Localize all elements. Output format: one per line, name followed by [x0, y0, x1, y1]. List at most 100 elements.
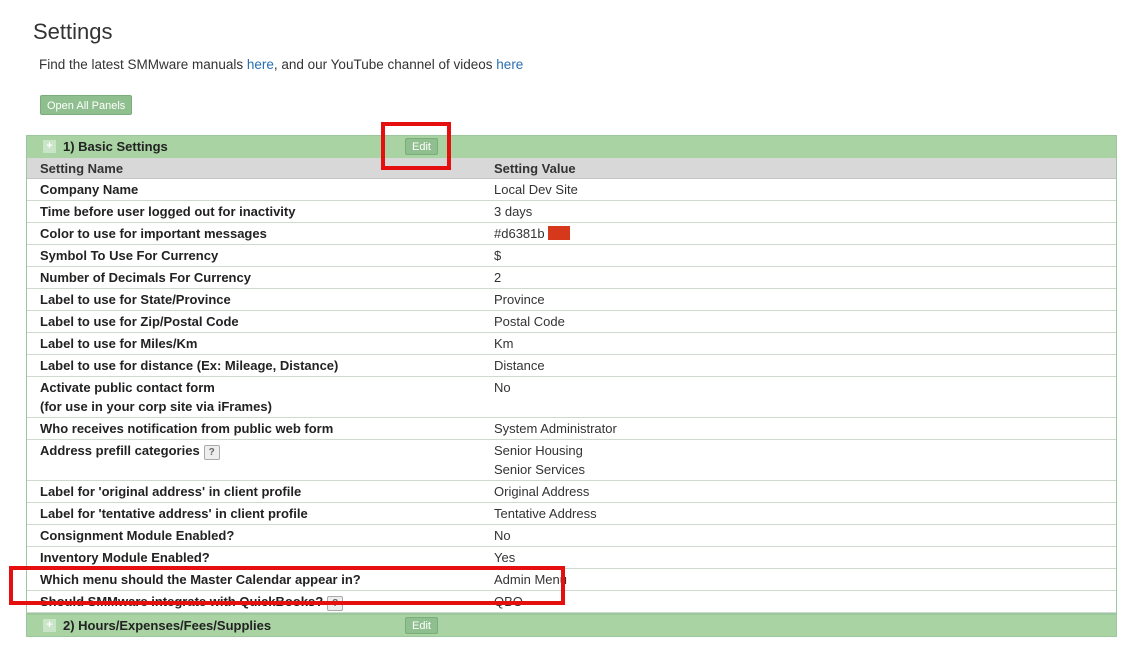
- setting-value: No: [494, 380, 511, 395]
- setting-value: Distance: [494, 358, 545, 373]
- setting-value-cell: Postal Code: [481, 310, 1116, 333]
- settings-table: Setting Name Setting Value Company Name L…: [27, 158, 1116, 613]
- setting-value-cell: System Administrator: [481, 417, 1116, 440]
- setting-value-cell: QBO: [481, 590, 1116, 613]
- setting-name-cell: Consignment Module Enabled?: [27, 524, 481, 547]
- setting-name-cell: Label to use for distance (Ex: Mileage, …: [27, 354, 481, 377]
- setting-value: Km: [494, 336, 514, 351]
- table-row: Label to use for Miles/Km Km: [27, 332, 1116, 355]
- setting-name: Consignment Module Enabled?: [40, 528, 235, 543]
- setting-value: $: [494, 248, 502, 263]
- setting-name: Symbol To Use For Currency: [40, 248, 219, 263]
- setting-value: Tentative Address: [494, 506, 597, 521]
- setting-value-cell: No: [481, 524, 1116, 547]
- setting-name-cell: Activate public contact form (for use in …: [27, 376, 481, 418]
- setting-name: Who receives notification from public we…: [40, 421, 334, 436]
- table-header-row: Setting Name Setting Value: [27, 158, 1116, 179]
- setting-value-cell: Original Address: [481, 480, 1116, 503]
- panel-header-basic-settings[interactable]: + 1) Basic Settings Edit: [27, 136, 1116, 158]
- table-row: Label for 'tentative address' in client …: [27, 502, 1116, 525]
- setting-value: Postal Code: [494, 314, 565, 329]
- panel-header-hours-expenses[interactable]: + 2) Hours/Expenses/Fees/Supplies Edit: [27, 615, 1116, 636]
- table-row: Color to use for important messages #d638…: [27, 222, 1116, 245]
- table-row: Label to use for distance (Ex: Mileage, …: [27, 354, 1116, 377]
- setting-value: System Administrator: [494, 421, 617, 436]
- setting-value: Local Dev Site: [494, 182, 578, 197]
- intro-mid: , and our YouTube channel of videos: [273, 57, 497, 72]
- setting-value-cell: Km: [481, 332, 1116, 355]
- column-header-setting-value: Setting Value: [481, 158, 1116, 179]
- color-swatch: [547, 226, 570, 240]
- setting-name: Inventory Module Enabled?: [40, 550, 210, 565]
- table-row: Label to use for State/Province Province: [27, 288, 1116, 311]
- setting-name: Company Name: [40, 182, 139, 197]
- setting-name: Label to use for Miles/Km: [40, 336, 198, 351]
- setting-value: 3 days: [494, 204, 533, 219]
- table-row: Address prefill categories? Senior Housin…: [27, 439, 1116, 481]
- setting-name-cell: Label to use for Miles/Km: [27, 332, 481, 355]
- setting-value: #d6381b: [494, 226, 545, 241]
- setting-name-cell: Label for 'tentative address' in client …: [27, 502, 481, 525]
- open-all-panels-button[interactable]: Open All Panels: [40, 95, 133, 115]
- setting-value-cell: 3 days: [481, 200, 1116, 223]
- setting-name: Label to use for distance (Ex: Mileage, …: [40, 358, 339, 373]
- table-row: Label for 'original address' in client p…: [27, 480, 1116, 503]
- table-row: Symbol To Use For Currency $: [27, 244, 1116, 267]
- table-row: Consignment Module Enabled? No: [27, 524, 1116, 547]
- panel-title: 2) Hours/Expenses/Fees/Supplies: [63, 618, 272, 633]
- panel-basic-settings: + 1) Basic Settings Edit Setting Name Se…: [26, 135, 1117, 614]
- panel-title: 1) Basic Settings: [63, 139, 168, 154]
- setting-value-cell: Yes: [481, 546, 1116, 569]
- setting-name: Color to use for important messages: [40, 226, 267, 241]
- table-row: Activate public contact form (for use in …: [27, 376, 1116, 418]
- intro-text: Find the latest SMMware manuals here, an…: [39, 57, 523, 72]
- setting-value-cell: Admin Menu: [481, 568, 1116, 591]
- setting-value-cell: Tentative Address: [481, 502, 1116, 525]
- setting-value: Yes: [494, 550, 516, 565]
- setting-value: Senior Housing: [494, 443, 583, 458]
- setting-name: Label to use for Zip/Postal Code: [40, 314, 239, 329]
- setting-name: Number of Decimals For Currency: [40, 270, 251, 285]
- setting-name: Time before user logged out for inactivi…: [40, 204, 296, 219]
- panel-hours-expenses: + 2) Hours/Expenses/Fees/Supplies Edit: [26, 614, 1117, 637]
- setting-name: Label for 'tentative address' in client …: [40, 506, 308, 521]
- setting-value: No: [494, 528, 511, 543]
- setting-name-cell: Company Name: [27, 178, 481, 201]
- setting-name: Address prefill categories: [40, 443, 200, 458]
- setting-value-cell: 2: [481, 266, 1116, 289]
- edit-hours-expenses-button[interactable]: Edit: [405, 617, 438, 634]
- setting-value-extra: Senior Services: [494, 462, 586, 477]
- highlight-box-edit: [381, 122, 451, 170]
- help-icon[interactable]: ?: [203, 445, 220, 460]
- setting-name-cell: Number of Decimals For Currency: [27, 266, 481, 289]
- setting-name-cell: Address prefill categories?: [27, 439, 481, 481]
- youtube-link[interactable]: here: [496, 57, 523, 72]
- setting-value: Province: [494, 292, 545, 307]
- setting-name-cell: Label to use for State/Province: [27, 288, 481, 311]
- setting-name: Activate public contact form: [40, 380, 215, 395]
- table-row: Time before user logged out for inactivi…: [27, 200, 1116, 223]
- setting-value-cell: $: [481, 244, 1116, 267]
- setting-value: 2: [494, 270, 502, 285]
- setting-name-cell: Label to use for Zip/Postal Code: [27, 310, 481, 333]
- setting-value-cell: #d6381b: [481, 222, 1116, 245]
- highlight-box-quickbooks: [9, 566, 565, 605]
- setting-name-cell: Who receives notification from public we…: [27, 417, 481, 440]
- expand-icon[interactable]: +: [43, 619, 56, 632]
- setting-value-cell: No: [481, 376, 1116, 418]
- settings-body: Company Name Local Dev Site Time before us…: [27, 178, 1116, 613]
- intro-lead: Find the latest SMMware manuals: [39, 57, 247, 72]
- setting-value-cell: Senior Housing Senior Services: [481, 439, 1116, 481]
- setting-name-cell: Symbol To Use For Currency: [27, 244, 481, 267]
- table-row: Company Name Local Dev Site: [27, 178, 1116, 201]
- table-row: Who receives notification from public we…: [27, 417, 1116, 440]
- manuals-link[interactable]: here: [247, 57, 274, 72]
- setting-value: Original Address: [494, 484, 590, 499]
- setting-name-cell: Color to use for important messages: [27, 222, 481, 245]
- setting-name-cell: Time before user logged out for inactivi…: [27, 200, 481, 223]
- setting-name-note: (for use in your corp site via iFrames): [40, 399, 272, 414]
- setting-value-cell: Local Dev Site: [481, 178, 1116, 201]
- setting-value-cell: Distance: [481, 354, 1116, 377]
- table-row: Label to use for Zip/Postal Code Postal C…: [27, 310, 1116, 333]
- expand-icon[interactable]: +: [43, 140, 56, 153]
